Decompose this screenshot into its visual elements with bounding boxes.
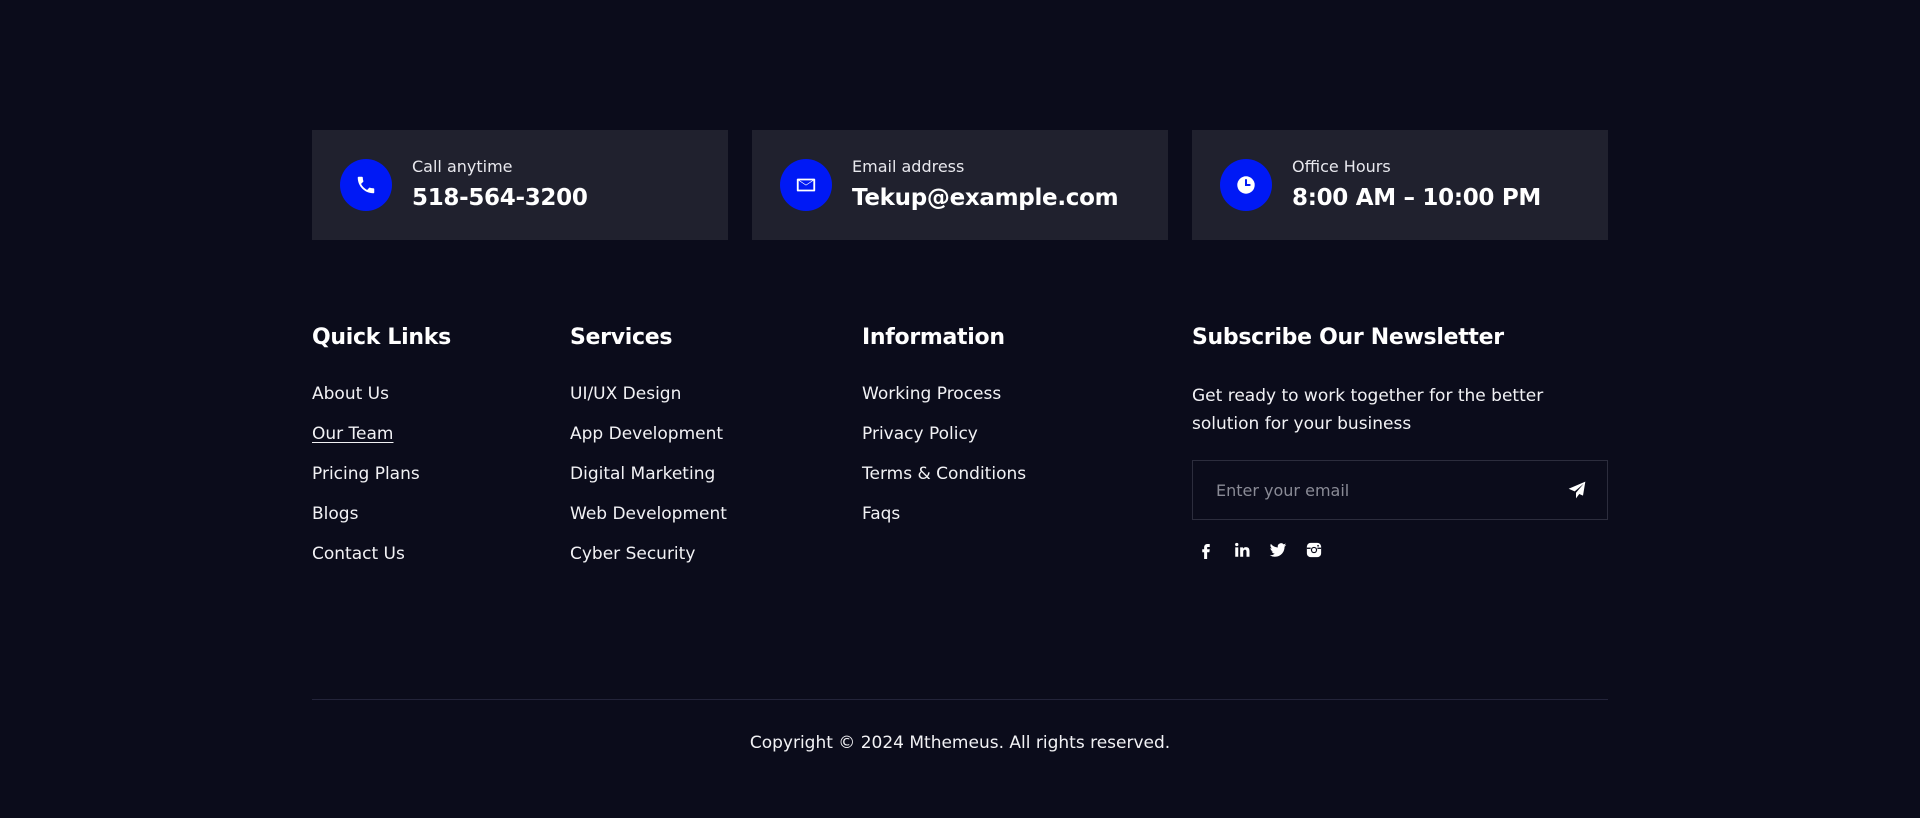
link-privacy-policy[interactable]: Privacy Policy bbox=[862, 424, 978, 444]
contact-label: Office Hours bbox=[1292, 157, 1391, 176]
link-working-process[interactable]: Working Process bbox=[862, 384, 1001, 404]
footer-divider bbox=[312, 699, 1608, 700]
quick-links-column: Quick Links About Us Our Team Pricing Pl… bbox=[312, 322, 451, 582]
newsletter-description: Get ready to work together for the bette… bbox=[1192, 386, 1544, 434]
send-icon bbox=[1568, 481, 1586, 499]
link-our-team[interactable]: Our Team bbox=[312, 424, 393, 444]
office-hours: 8:00 AM – 10:00 PM bbox=[1292, 185, 1541, 211]
linkedin-icon[interactable] bbox=[1232, 540, 1252, 560]
quick-links-title: Quick Links bbox=[312, 325, 451, 350]
link-terms-conditions[interactable]: Terms & Conditions bbox=[862, 464, 1026, 484]
twitter-icon[interactable] bbox=[1268, 540, 1288, 560]
contact-card-phone: Call anytime 518-564-3200 bbox=[312, 130, 728, 240]
link-blogs[interactable]: Blogs bbox=[312, 504, 358, 524]
newsletter-column: Subscribe Our Newsletter Get ready to wo… bbox=[1192, 322, 1608, 560]
information-column: Information Working Process Privacy Poli… bbox=[862, 322, 1026, 542]
link-cyber-security[interactable]: Cyber Security bbox=[570, 544, 695, 564]
information-title: Information bbox=[862, 325, 1005, 350]
link-about-us[interactable]: About Us bbox=[312, 384, 389, 404]
link-faqs[interactable]: Faqs bbox=[862, 504, 900, 524]
contact-label: Email address bbox=[852, 157, 965, 176]
social-links bbox=[1192, 540, 1608, 560]
services-title: Services bbox=[570, 325, 673, 350]
phone-number[interactable]: 518-564-3200 bbox=[412, 183, 588, 213]
phone-icon bbox=[340, 159, 392, 211]
contact-label: Call anytime bbox=[412, 157, 513, 176]
link-pricing-plans[interactable]: Pricing Plans bbox=[312, 464, 420, 484]
facebook-icon[interactable] bbox=[1196, 540, 1216, 560]
contact-info-row: Call anytime 518-564-3200 Email address … bbox=[312, 130, 1608, 240]
instagram-icon[interactable] bbox=[1304, 540, 1324, 560]
footer-page: Call anytime 518-564-3200 Email address … bbox=[0, 0, 1920, 818]
email-address[interactable]: Tekup@example.com bbox=[852, 183, 1119, 213]
email-input[interactable] bbox=[1193, 461, 1547, 519]
mail-icon bbox=[780, 159, 832, 211]
link-web-development[interactable]: Web Development bbox=[570, 504, 727, 524]
newsletter-title: Subscribe Our Newsletter bbox=[1192, 325, 1504, 350]
link-digital-marketing[interactable]: Digital Marketing bbox=[570, 464, 715, 484]
services-column: Services UI/UX Design App Development Di… bbox=[570, 322, 727, 582]
contact-card-hours: Office Hours 8:00 AM – 10:00 PM bbox=[1192, 130, 1608, 240]
newsletter-form bbox=[1192, 460, 1608, 520]
contact-card-email: Email address Tekup@example.com bbox=[752, 130, 1168, 240]
link-ui-ux-design[interactable]: UI/UX Design bbox=[570, 384, 681, 404]
clock-icon bbox=[1220, 159, 1272, 211]
link-contact-us[interactable]: Contact Us bbox=[312, 544, 405, 564]
send-button[interactable] bbox=[1547, 461, 1607, 519]
link-app-development[interactable]: App Development bbox=[570, 424, 723, 444]
copyright-text: Copyright © 2024 Mthemeus. All rights re… bbox=[749, 733, 1171, 753]
